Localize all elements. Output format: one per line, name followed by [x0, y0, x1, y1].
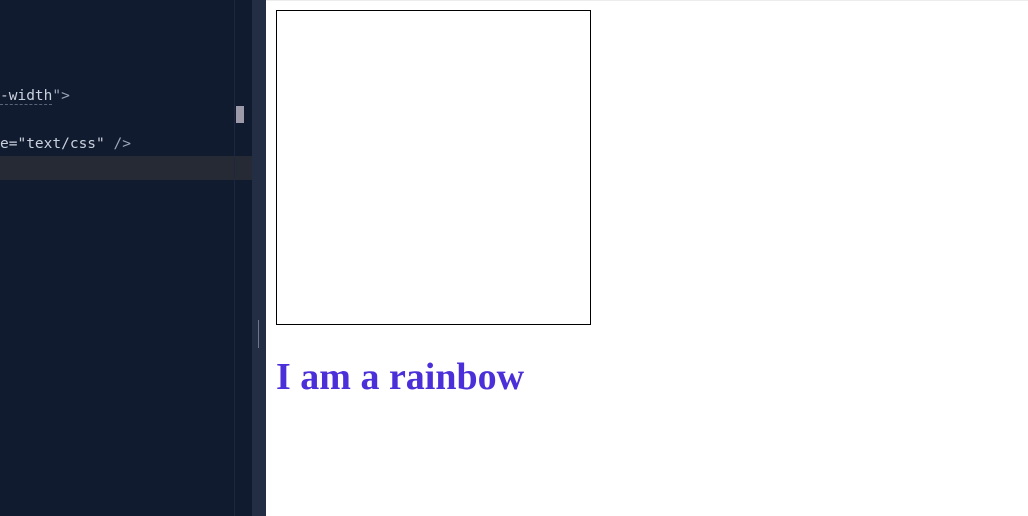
code-editor-pane[interactable]: -width"> e="text/css" />	[0, 0, 252, 516]
pane-splitter[interactable]	[252, 0, 266, 516]
code-token-punct: ">	[52, 88, 70, 104]
splitter-grip-icon[interactable]	[258, 320, 259, 348]
code-token-punct: />	[104, 136, 131, 152]
code-token-string: "text/css"	[17, 136, 105, 152]
editor-ruler	[234, 0, 235, 516]
preview-pane: I am a rainbow	[266, 0, 1028, 516]
editor-scrollbar-thumb[interactable]	[236, 106, 244, 123]
active-line-highlight	[0, 156, 252, 180]
rainbow-heading: I am a rainbow	[276, 356, 525, 398]
code-line[interactable]: e="text/css" />	[0, 132, 131, 156]
app-window: -width"> e="text/css" /> I am a rainbow	[0, 0, 1028, 516]
preview-box	[276, 10, 591, 325]
code-line[interactable]: -width">	[0, 84, 70, 108]
code-token-attr: -width	[0, 88, 53, 105]
code-token-attr: e=	[0, 136, 18, 152]
